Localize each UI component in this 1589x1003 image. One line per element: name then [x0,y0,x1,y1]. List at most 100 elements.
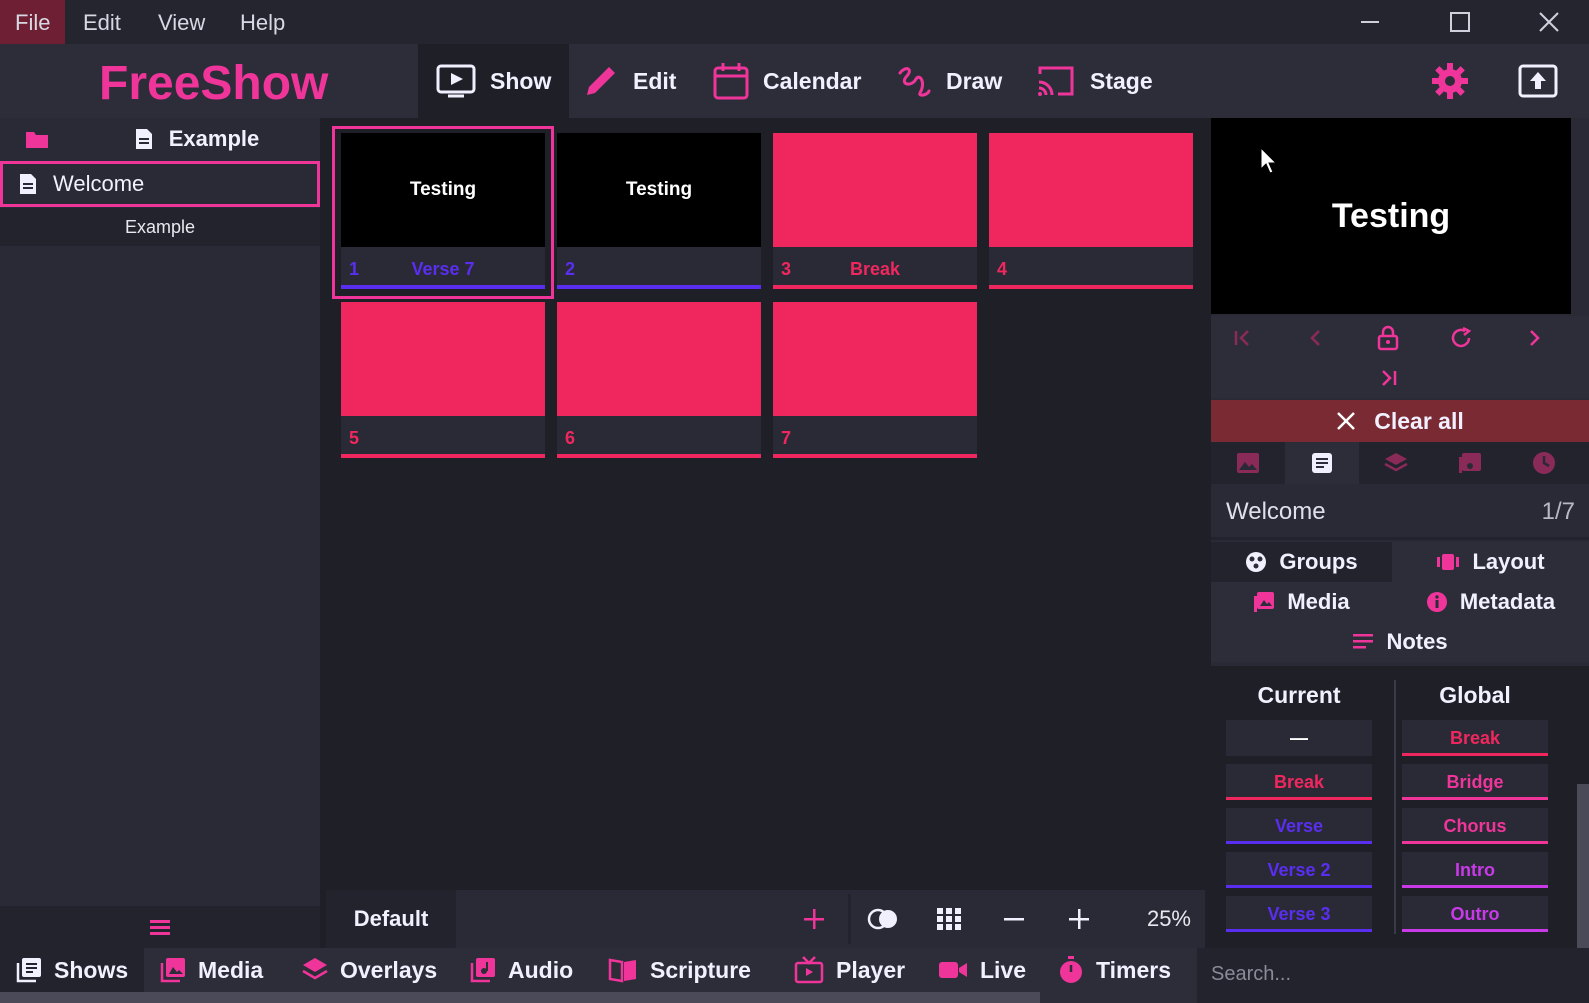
tab-calendar[interactable]: Calendar [695,44,879,118]
slide[interactable]: 4 [989,133,1193,293]
slide-thumbnail [773,133,977,247]
drawer-tab-live[interactable]: Live [922,948,1042,992]
music-icon [470,958,495,983]
group-button[interactable]: Intro [1402,852,1548,888]
tab-timers[interactable] [1507,442,1581,484]
previous-slide-button[interactable] [1296,320,1336,356]
subtab-groups[interactable]: Groups [1211,542,1392,582]
menu-view[interactable]: View [143,0,220,44]
show-name: Welcome [53,171,145,196]
minimize-button[interactable] [1338,0,1402,44]
slide[interactable]: Testing 2 [557,133,761,293]
search-input[interactable] [1211,954,1571,994]
slide-thumbnail [773,302,977,416]
slide-thumbnail [341,302,545,416]
groups-icon [1246,552,1267,572]
menu-help[interactable]: Help [225,0,300,44]
tab-show[interactable]: Show [418,44,570,118]
drawer-tab-player[interactable]: Player [778,948,921,992]
active-slide-outline [332,126,554,299]
subtab-metadata[interactable]: Metadata [1392,582,1589,622]
current-groups-header: Current [1257,682,1341,708]
restart-button[interactable] [1441,320,1481,356]
tab-audio[interactable] [1433,442,1507,484]
drawer-tab-overlays[interactable]: Overlays [286,948,453,992]
layout-tab-default[interactable]: Default [326,890,456,948]
group-button[interactable]: Break [1402,720,1548,756]
mouse-cursor-icon [1260,147,1278,174]
tv-icon [794,956,824,984]
drawer-tab-shows[interactable]: Shows [0,948,145,992]
group-button[interactable]: Bridge [1402,764,1548,800]
left-sidebar: Example Welcome Example [0,118,320,948]
timer-icon [1060,956,1082,983]
drawer-tab-media[interactable]: Media [144,948,279,992]
menu-file[interactable]: File [0,0,66,44]
drawer-tabs: Shows Media Overlays Audio Scripture Pla… [0,948,1589,1003]
slide-meta: 2 [557,247,761,289]
clear-all-label: Clear all [1374,407,1464,434]
chevron-left-icon [1310,330,1320,346]
grid-view-button[interactable] [923,890,975,948]
tab-stage[interactable]: Stage [1018,44,1171,118]
slide[interactable]: 7 [773,302,977,462]
settings-button[interactable] [1418,44,1482,118]
category-label[interactable]: Example [0,208,320,246]
tab-draw[interactable]: Draw [878,44,1020,118]
lock-output-button[interactable] [1368,320,1408,356]
slide-meta: 4 [989,247,1193,289]
first-slide-button[interactable] [1223,320,1263,356]
tab-background[interactable] [1211,442,1285,484]
group-button[interactable]: Verse 3 [1226,896,1372,932]
tab-overlays[interactable] [1359,442,1433,484]
tab-project-example[interactable]: Example [74,118,320,160]
group-button[interactable]: Break [1226,764,1372,800]
plus-icon [804,909,824,929]
last-slide-button[interactable] [1368,360,1408,396]
drawer-tab-timers[interactable]: Timers [1042,948,1187,992]
slide-group-bar [557,285,761,289]
info-icon [1426,592,1447,612]
group-button[interactable]: Chorus [1402,808,1548,844]
slide[interactable]: 6 [557,302,761,462]
tab-stage-label: Stage [1090,67,1153,94]
drawer-tab-scripture[interactable]: Scripture [592,948,767,992]
add-layout-button[interactable] [788,890,840,948]
groups-scrollbar[interactable] [1577,784,1589,948]
group-color-bar [1402,841,1548,844]
sidebar-tabs: Example [0,118,320,160]
image-icon [160,958,185,983]
subtab-layout[interactable]: Layout [1392,542,1589,582]
zoom-in-button[interactable] [1053,890,1105,948]
camera-icon [939,962,967,978]
group-button[interactable]: Outro [1402,896,1548,932]
project-tab-label: Example [168,126,260,151]
next-slide-button[interactable] [1514,320,1554,356]
tab-slide[interactable] [1285,442,1359,484]
sidebar-menu-button[interactable] [0,906,320,948]
tab-edit[interactable]: Edit [565,44,694,118]
maximize-button[interactable] [1428,0,1492,44]
group-button[interactable]: — [1226,720,1372,756]
show-subtabs: Groups Layout Media Metadata Notes [1211,542,1589,662]
group-button[interactable]: Verse 2 [1226,852,1372,888]
drawer-tab-audio[interactable]: Audio [454,948,589,992]
close-window-button[interactable] [1517,0,1581,44]
group-color-bar [1226,797,1372,800]
subtab-notes[interactable]: Notes [1211,622,1589,662]
slide[interactable]: 5 [341,302,545,462]
tab-folders[interactable] [0,118,74,160]
clear-all-button[interactable]: Clear all [1211,400,1589,442]
output-toggle-button[interactable] [1506,44,1570,118]
show-list-item-welcome[interactable]: Welcome [0,161,320,207]
slide[interactable]: 3 Break [773,133,977,293]
zoom-out-button[interactable] [988,890,1040,948]
group-button[interactable]: Verse [1226,808,1372,844]
subtab-media[interactable]: Media [1211,582,1392,622]
toggle-overlay-button[interactable] [858,890,908,948]
drawer-scrollbar[interactable] [0,992,1040,1003]
cast-icon [1038,66,1074,96]
menu-edit[interactable]: Edit [68,0,136,44]
slide-number: 6 [565,428,576,448]
slide-number: 4 [997,259,1008,279]
